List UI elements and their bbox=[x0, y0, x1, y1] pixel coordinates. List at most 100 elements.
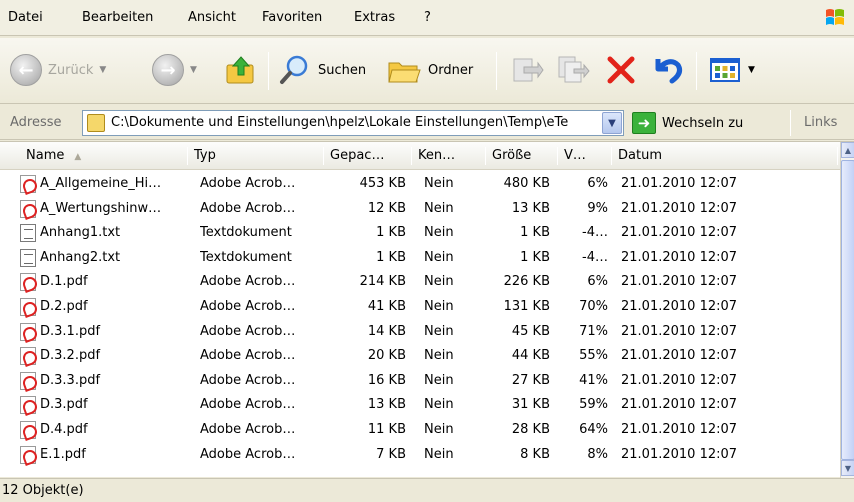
forward-button[interactable]: → ▼ bbox=[152, 48, 197, 92]
menu-bearbeiten[interactable]: Bearbeiten bbox=[82, 10, 153, 25]
file-row[interactable]: D.3.pdf Adobe Acrob… 13 KB Nein 31 KB 59% 21.0… bbox=[0, 393, 840, 418]
file-row[interactable]: D.1.pdf Adobe Acrob… 214 KB Nein 226 KB 6% 21.… bbox=[0, 270, 840, 295]
file-name[interactable]: Anhang2.txt bbox=[20, 250, 188, 265]
folders-icon bbox=[388, 62, 421, 83]
status-object-count: 12 Objekt(e) bbox=[2, 483, 84, 498]
file-ratio: -4… bbox=[582, 225, 608, 241]
file-packed-size: 12 KB bbox=[367, 200, 406, 216]
file-row[interactable]: D.2.pdf Adobe Acrob… 41 KB Nein 131 KB 70% 21.… bbox=[0, 295, 840, 320]
file-row[interactable]: D.4.pdf Adobe Acrob… 11 KB Nein 28 KB 64% 21.0… bbox=[0, 418, 840, 443]
column-verhaeltnis-label: V… bbox=[564, 148, 586, 163]
copy-to-icon bbox=[558, 56, 590, 83]
delete-button[interactable] bbox=[604, 48, 638, 92]
folders-button[interactable]: Ordner bbox=[386, 48, 473, 92]
address-dropdown-button[interactable]: ▼ bbox=[602, 112, 622, 134]
undo-icon bbox=[655, 59, 682, 84]
move-to-button[interactable] bbox=[510, 48, 544, 92]
column-header-kennwort[interactable]: Ken… bbox=[412, 142, 486, 170]
column-header-verhaeltnis[interactable]: V… bbox=[558, 142, 612, 170]
file-date: 21.01.2010 12:07 bbox=[621, 348, 738, 364]
file-type: Adobe Acrob… bbox=[200, 274, 296, 290]
file-ratio: 64% bbox=[579, 421, 608, 437]
file-packed-size: 1 KB bbox=[376, 225, 406, 241]
column-kennwort-label: Ken… bbox=[418, 148, 456, 163]
scroll-down-button[interactable]: ▼ bbox=[841, 460, 854, 476]
undo-button[interactable] bbox=[650, 48, 684, 92]
menu-favoriten[interactable]: Favoriten bbox=[262, 10, 322, 25]
column-header-datum[interactable]: Datum bbox=[612, 142, 838, 170]
file-password: Nein bbox=[424, 176, 454, 191]
file-row[interactable]: D.3.1.pdf Adobe Acrob… 14 KB Nein 45 KB 71% 21… bbox=[0, 320, 840, 345]
file-packed-size: 14 KB bbox=[367, 323, 406, 339]
column-header-gepackt[interactable]: Gepac… bbox=[324, 142, 412, 170]
go-arrow-icon: ➜ bbox=[632, 112, 656, 134]
file-password: Nein bbox=[424, 421, 454, 437]
file-name[interactable]: E.1.pdf bbox=[20, 447, 188, 462]
zip-folder-icon bbox=[87, 114, 105, 132]
file-size: 1 KB bbox=[520, 249, 550, 265]
column-header-typ[interactable]: Typ bbox=[188, 142, 324, 170]
file-password: Nein bbox=[424, 372, 454, 388]
file-row[interactable]: D.3.3.pdf Adobe Acrob… 16 KB Nein 27 KB 41% 21… bbox=[0, 369, 840, 394]
file-name[interactable]: Anhang1.txt bbox=[20, 225, 188, 240]
folders-label: Ordner bbox=[428, 62, 474, 78]
file-name[interactable]: D.4.pdf bbox=[20, 422, 188, 437]
file-ratio: 41% bbox=[579, 372, 608, 388]
file-name[interactable]: A_Allgemeine_Hi… bbox=[20, 176, 188, 191]
file-list[interactable]: Name ▲ Typ Gepac… Ken… Größe V… Datum A_A… bbox=[0, 141, 854, 478]
file-ratio: 59% bbox=[579, 397, 608, 413]
file-name[interactable]: D.3.2.pdf bbox=[20, 348, 188, 363]
column-divider[interactable] bbox=[837, 147, 838, 165]
file-name[interactable]: D.3.3.pdf bbox=[20, 373, 188, 388]
file-name[interactable]: D.1.pdf bbox=[20, 274, 188, 289]
scroll-up-button[interactable]: ▲ bbox=[841, 142, 854, 158]
file-row[interactable]: D.3.2.pdf Adobe Acrob… 20 KB Nein 44 KB 55% 21… bbox=[0, 344, 840, 369]
file-size: 1 KB bbox=[520, 225, 550, 241]
back-dropdown-icon[interactable]: ▼ bbox=[99, 65, 106, 75]
up-button[interactable] bbox=[224, 48, 258, 92]
forward-arrow-icon: → bbox=[152, 54, 184, 86]
file-row[interactable]: A_Allgemeine_Hi… Adobe Acrob… 453 KB Nein 48… bbox=[0, 172, 840, 197]
file-row[interactable]: Anhang2.txt Textdokument 1 KB Nein 1 KB -4… 21… bbox=[0, 246, 840, 271]
windows-logo-icon bbox=[826, 9, 844, 25]
scroll-thumb[interactable] bbox=[841, 160, 854, 460]
views-button[interactable]: ▼ bbox=[708, 48, 755, 92]
back-button[interactable]: ← Zurück ▼ bbox=[10, 48, 106, 92]
address-path[interactable]: C:\Dokumente und Einstellungen\hpelz\Lok… bbox=[111, 115, 601, 130]
file-packed-size: 13 KB bbox=[367, 397, 406, 413]
search-button[interactable]: Suchen bbox=[278, 48, 366, 92]
file-name[interactable]: A_Wertungshinw… bbox=[20, 201, 188, 216]
file-row[interactable]: Anhang1.txt Textdokument 1 KB Nein 1 KB -4… 21… bbox=[0, 221, 840, 246]
toolbar-separator bbox=[268, 52, 269, 90]
file-name[interactable]: D.2.pdf bbox=[20, 299, 188, 314]
file-size: 8 KB bbox=[520, 446, 550, 462]
file-ratio: 71% bbox=[579, 323, 608, 339]
views-dropdown-icon[interactable]: ▼ bbox=[748, 65, 755, 75]
go-button[interactable]: ➜ Wechseln zu bbox=[632, 110, 743, 136]
file-packed-size: 16 KB bbox=[367, 372, 406, 388]
file-password: Nein bbox=[424, 397, 454, 413]
address-bar: Adresse C:\Dokumente und Einstellungen\h… bbox=[0, 106, 854, 140]
file-name[interactable]: D.3.1.pdf bbox=[20, 324, 188, 339]
file-date: 21.01.2010 12:07 bbox=[621, 421, 738, 437]
file-type: Textdokument bbox=[200, 225, 292, 241]
links-toolbar[interactable]: Links bbox=[804, 115, 837, 130]
column-gepackt-label: Gepac… bbox=[330, 148, 385, 163]
address-input[interactable]: C:\Dokumente und Einstellungen\hpelz\Lok… bbox=[82, 110, 624, 136]
menu-ansicht[interactable]: Ansicht bbox=[188, 10, 236, 25]
file-size: 131 KB bbox=[503, 298, 550, 314]
menu-datei[interactable]: Datei bbox=[8, 10, 43, 25]
menu-help[interactable]: ? bbox=[424, 10, 431, 25]
file-row[interactable]: E.1.pdf Adobe Acrob… 7 KB Nein 8 KB 8% 21.01.2… bbox=[0, 443, 840, 468]
copy-to-button[interactable] bbox=[556, 48, 590, 92]
file-size: 31 KB bbox=[511, 397, 550, 413]
column-header-groesse[interactable]: Größe bbox=[486, 142, 558, 170]
menu-extras[interactable]: Extras bbox=[354, 10, 395, 25]
vertical-scrollbar[interactable]: ▲ ▼ bbox=[840, 142, 854, 478]
forward-dropdown-icon[interactable]: ▼ bbox=[190, 65, 197, 75]
file-packed-size: 453 KB bbox=[359, 176, 406, 191]
column-header-name[interactable]: Name ▲ bbox=[20, 142, 188, 170]
file-row[interactable]: A_Wertungshinw… Adobe Acrob… 12 KB Nein 13 K… bbox=[0, 197, 840, 222]
file-packed-size: 41 KB bbox=[367, 298, 406, 314]
file-name[interactable]: D.3.pdf bbox=[20, 397, 188, 412]
